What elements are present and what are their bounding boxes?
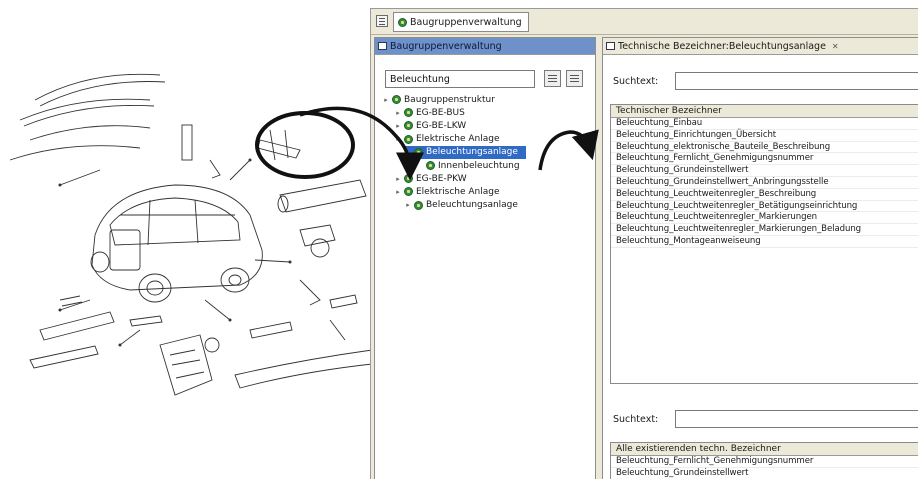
table-row[interactable]: Beleuchtung_Fernlicht_Genehmigungsnummer — [611, 456, 918, 468]
exploded-parts-drawing — [9, 73, 372, 396]
tree-item-label: EG-BE-PKW — [416, 173, 467, 184]
tree-item[interactable]: Innenbeleuchtung — [417, 159, 520, 172]
left-pane-title-bar[interactable]: Baugruppenverwaltung — [375, 38, 595, 55]
twisty-icon[interactable]: ▸ — [395, 122, 401, 130]
baugruppen-view: Baugruppenverwaltung ▸Baugruppenstruktur… — [374, 37, 596, 479]
table1-header[interactable]: Technischer Bezeichner — [611, 105, 918, 118]
tab-baugruppenverwaltung[interactable]: Baugruppenverwaltung — [393, 12, 529, 32]
table-row[interactable]: Beleuchtung_Fernlicht_Genehmigungsnummer — [611, 153, 918, 166]
search-input-2[interactable] — [675, 410, 918, 428]
left-pane-title: Baugruppenverwaltung — [390, 40, 502, 52]
gear-icon — [398, 17, 407, 27]
view-icon — [606, 42, 615, 50]
twisty-icon[interactable]: ▸ — [405, 201, 411, 209]
right-pane-title: Technische Bezeichner:Beleuchtungsanlage — [618, 40, 826, 52]
table-row[interactable]: Beleuchtung_Einrichtungen_Übersicht — [611, 130, 918, 142]
bezeichner-table: Technischer Bezeichner Beleuchtung_Einba… — [610, 104, 918, 384]
tree-item[interactable]: ▸ EG-BE-LKW — [395, 119, 466, 132]
table-row[interactable]: Beleuchtung_Einbau — [611, 118, 918, 130]
all-bezeichner-table: Alle existierenden techn. Bezeichner Bel… — [610, 442, 918, 479]
tree-item[interactable]: ▸ Elektrische Anlage — [395, 133, 500, 146]
twisty-icon[interactable]: ▸ — [395, 109, 401, 117]
tree-item[interactable]: ▸ EG-BE-PKW — [395, 172, 467, 185]
tree-item-label: Elektrische Anlage — [416, 186, 500, 197]
twisty-icon[interactable]: ▸ — [395, 188, 401, 196]
twisty-icon[interactable]: ▸ — [395, 175, 401, 183]
table-row[interactable]: Beleuchtung_Grundeinstellwert — [611, 468, 918, 479]
gear-icon — [404, 108, 413, 118]
tree-item[interactable]: ▸ Beleuchtungsanlage — [405, 145, 526, 159]
gear-icon — [414, 147, 423, 157]
table2-header[interactable]: Alle existierenden techn. Bezeichner — [611, 443, 918, 456]
filter-row — [385, 70, 585, 88]
table-row[interactable]: Beleuchtung_Leuchtweitenregler_Betätigun… — [611, 201, 918, 213]
table-row[interactable]: Beleuchtung_Grundeinstellwert_Anbringung… — [611, 177, 918, 189]
filter-icon[interactable] — [566, 70, 583, 87]
close-icon[interactable]: ✕ — [832, 42, 839, 51]
gear-icon — [404, 187, 413, 197]
filter-input[interactable] — [385, 70, 535, 88]
tree-item[interactable]: ▸ EG-BE-BUS — [395, 106, 465, 119]
tree-item-label: Innenbeleuchtung — [438, 160, 520, 171]
tree-item[interactable]: ▸ Beleuchtungsanlage — [405, 199, 518, 212]
table-row[interactable]: Beleuchtung_Grundeinstellwert — [611, 165, 918, 177]
collapse-icon[interactable] — [544, 70, 561, 87]
twisty-icon[interactable]: ▸ — [405, 148, 411, 156]
twisty-icon[interactable]: ▸ — [395, 135, 401, 143]
tree-item-label: EG-BE-LKW — [416, 120, 467, 131]
search-input-1[interactable] — [675, 72, 918, 90]
search-label-1: Suchtext: — [613, 76, 659, 87]
gear-icon — [404, 121, 413, 131]
table-row[interactable]: Beleuchtung_Leuchtweitenregler_Markierun… — [611, 212, 918, 225]
gear-icon — [404, 134, 413, 144]
tree-item-label: Elektrische Anlage — [416, 134, 500, 145]
table-row[interactable]: Beleuchtung_Leuchtweitenregler_Markierun… — [611, 224, 918, 236]
view-icon — [378, 42, 387, 50]
menu-icon[interactable] — [376, 15, 388, 27]
table-row[interactable]: Beleuchtung_Leuchtweitenregler_Beschreib… — [611, 189, 918, 201]
tree-item-label: Baugruppenstruktur — [404, 94, 495, 105]
tab-label: Baugruppenverwaltung — [410, 16, 522, 28]
tree-item-label: EG-BE-BUS — [416, 107, 465, 118]
gear-icon — [404, 174, 413, 184]
table-row[interactable]: Beleuchtung_elektronische_Bauteile_Besch… — [611, 142, 918, 154]
application-window: Baugruppenverwaltung Baugruppenverwaltun… — [370, 8, 918, 479]
gear-icon — [392, 95, 401, 104]
tree-item[interactable]: ▸ Baugruppenstruktur — [383, 93, 495, 106]
search-label-2: Suchtext: — [613, 414, 659, 425]
twisty-icon[interactable]: ▸ — [383, 96, 389, 104]
editor-tab-bar: Baugruppenverwaltung — [371, 9, 918, 35]
right-pane-title-bar[interactable]: Technische Bezeichner:Beleuchtungsanlage… — [603, 38, 918, 55]
technische-bezeichner-view: Technische Bezeichner:Beleuchtungsanlage… — [602, 37, 918, 479]
tree-item-label: Beleuchtungsanlage — [426, 200, 518, 211]
tree-item[interactable]: ▸ Elektrische Anlage — [395, 185, 500, 198]
gear-icon — [414, 200, 423, 210]
gear-icon — [426, 161, 435, 170]
tree-item-label: Beleuchtungsanlage — [426, 147, 518, 158]
table-row[interactable]: Beleuchtung_Montageanweiseung — [611, 236, 918, 248]
